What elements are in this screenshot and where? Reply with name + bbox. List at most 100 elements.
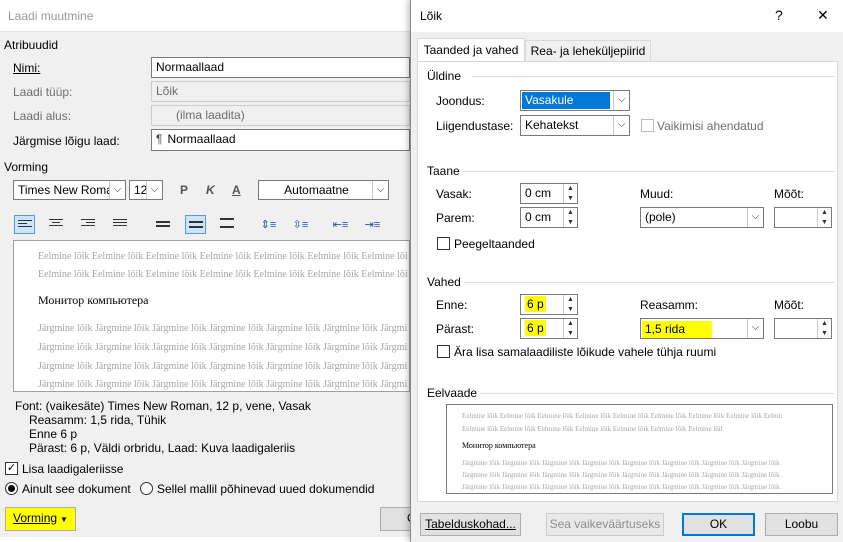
desc-line: Font: (vaikesäte) Times New Roman, 12 p,… <box>15 399 311 413</box>
desc-line: Pärast: 6 p, Väldi orbridu, Laad: Kuva l… <box>29 441 296 455</box>
style-type-select[interactable]: Lõik <box>151 81 410 102</box>
preview-next-paragraph: Järgmine lõik Järgmine lõik Järgmine lõi… <box>38 323 408 334</box>
help-button[interactable]: ? <box>775 7 783 23</box>
single-spacing-button[interactable] <box>153 215 174 234</box>
general-divider <box>472 76 834 77</box>
one-half-spacing-icon <box>189 221 203 231</box>
collapsed-by-default-label: Vaikimisi ahendatud <box>657 119 764 133</box>
increase-indent-button[interactable]: ⇥≡ <box>362 215 383 234</box>
paragraph-title: Lõik <box>420 9 443 23</box>
indentation-heading: Taane <box>427 164 460 178</box>
only-this-document-radio[interactable] <box>5 482 18 495</box>
modify-style-titlebar: Laadi muutmine <box>0 0 410 32</box>
bold-button[interactable]: P <box>180 183 188 197</box>
paragraph-preview-box: Eelmine lõik Eelmine lõik Eelmine lõik E… <box>446 404 833 494</box>
next-style-select[interactable]: ¶ Normaallaad <box>151 129 410 151</box>
paragraph-dialog: Lõik ? ✕ Taanded ja vahed Rea- ja lehekü… <box>410 0 843 542</box>
space-before-decrease-button[interactable]: ⇳≡ <box>290 215 311 234</box>
spinner-arrows-icon[interactable]: ▲ ▼ <box>817 319 831 338</box>
dlg-preview-next-2: Järgmine lõik Järgmine lõik Järgmine lõi… <box>462 471 782 479</box>
indent-right-spinner[interactable]: 0 cm ▲ ▼ <box>520 207 578 228</box>
space-after-spinner[interactable]: 6 p ▲ ▼ <box>520 318 578 339</box>
indent-by-spinner[interactable]: ▲ ▼ <box>774 207 832 228</box>
alignment-select[interactable]: Vasakule ⌵ <box>520 90 630 111</box>
tab-indents-spacing[interactable]: Taanded ja vahed <box>417 38 525 62</box>
underline-button[interactable]: A <box>232 183 241 197</box>
indentation-divider <box>462 171 834 172</box>
set-default-button[interactable]: Sea vaikeväärtuseks <box>546 513 664 536</box>
chevron-down-icon: ⌵ <box>146 181 162 199</box>
tabs-button[interactable]: Tabelduskohad... <box>420 513 521 536</box>
template-documents-label: Sellel mallil põhinevad uued dokumendid <box>157 482 375 496</box>
template-documents-radio[interactable] <box>140 482 153 495</box>
outline-level-label: Liigendustase: <box>436 119 514 133</box>
preview-next-paragraph-3: Järgmine lõik Järgmine lõik Järgmine lõi… <box>38 361 408 372</box>
add-to-gallery-checkbox[interactable]: ✓ <box>5 462 18 475</box>
format-menu-button[interactable]: Vorming ▼ <box>5 507 76 531</box>
font-name-select[interactable]: Times New Roman ⌵ <box>13 180 126 200</box>
italic-button[interactable]: K <box>206 183 215 197</box>
close-icon[interactable]: ✕ <box>817 7 829 24</box>
add-to-gallery-label: Lisa laadigaleriisse <box>22 462 124 476</box>
one-half-spacing-button[interactable] <box>185 215 206 234</box>
special-indent-select[interactable]: (pole) ⌵ <box>640 207 764 228</box>
decrease-indent-button[interactable]: ⇤≡ <box>330 215 351 234</box>
align-left-button[interactable] <box>14 215 35 234</box>
spinner-arrows-icon[interactable]: ▲ ▼ <box>563 208 577 227</box>
style-description: Font: (vaikesäte) Times New Roman, 12 p,… <box>15 399 311 455</box>
double-spacing-button[interactable] <box>217 215 238 234</box>
special-indent-label: Muud: <box>640 187 674 201</box>
line-spacing-select[interactable]: 1,5 rida ⌵ <box>640 318 764 339</box>
spacing-at-label: Mõõt: <box>774 298 805 312</box>
spinner-arrows-icon[interactable]: ▲ ▼ <box>817 208 831 227</box>
double-spacing-icon <box>220 218 234 228</box>
decrease-indent-icon: ⇤≡ <box>332 219 349 231</box>
spacing-divider <box>464 282 834 283</box>
space-before-label: Enne: <box>436 298 468 312</box>
line-spacing-up-icon: ⇕≡ <box>260 219 277 231</box>
pilcrow-icon: ¶ <box>156 132 163 146</box>
dlg-preview-next-3: Järgmine lõik Järgmine lõik Järgmine lõi… <box>462 483 782 491</box>
style-based-on-select[interactable]: (ilma laadita) <box>151 105 410 126</box>
next-style-label: Järgmise lõigu laad: <box>13 134 120 148</box>
dlg-preview-sample: Монитор компьютера <box>462 441 536 450</box>
outline-level-select[interactable]: Kehatekst ⌵ <box>520 115 630 136</box>
general-heading: Üldine <box>427 69 462 83</box>
spinner-arrows-icon[interactable]: ▲ ▼ <box>563 319 577 338</box>
spinner-arrows-icon[interactable]: ▲ ▼ <box>563 295 577 314</box>
attributes-heading: Atribuudid <box>4 38 59 52</box>
cancel-button[interactable]: Loobu <box>765 513 838 536</box>
spinner-arrows-icon[interactable]: ▲ ▼ <box>563 184 577 203</box>
name-input[interactable]: Normaallaad <box>151 57 410 78</box>
line-spacing-down-icon: ⇳≡ <box>292 219 309 231</box>
tab-line-page-breaks[interactable]: Rea- ja leheküljepiirid <box>525 40 651 62</box>
align-right-button[interactable] <box>78 215 99 234</box>
indent-left-spinner[interactable]: 0 cm ▲ ▼ <box>520 183 578 204</box>
align-right-icon <box>81 219 95 229</box>
only-this-document-label: Ainult see dokument <box>22 482 131 496</box>
align-center-icon <box>49 219 63 229</box>
mirror-indents-checkbox[interactable] <box>437 237 450 250</box>
font-color-select[interactable]: Automaatne ⌵ <box>258 180 389 200</box>
chevron-down-icon: ⌵ <box>747 208 763 227</box>
preview-previous-paragraph-2: Eelmine lõik Eelmine lõik Eelmine lõik E… <box>38 269 408 280</box>
chevron-down-icon: ⌵ <box>613 116 629 135</box>
indent-by-label: Mõõt: <box>774 187 805 201</box>
align-center-button[interactable] <box>46 215 67 234</box>
justify-button[interactable] <box>110 215 131 234</box>
increase-indent-icon: ⇥≡ <box>364 219 381 231</box>
name-label: Nimi: <box>13 61 41 75</box>
chevron-down-icon: ⌵ <box>372 181 388 199</box>
space-before-spinner[interactable]: 6 p ▲ ▼ <box>520 294 578 315</box>
style-type-label: Laadi tüüp: <box>13 85 73 99</box>
spacing-at-spinner[interactable]: ▲ ▼ <box>774 318 832 339</box>
font-size-select[interactable]: 12 ⌵ <box>129 180 163 200</box>
chevron-down-icon: ⌵ <box>109 181 125 199</box>
space-before-increase-button[interactable]: ⇕≡ <box>258 215 279 234</box>
no-space-same-style-checkbox[interactable] <box>437 345 450 358</box>
paragraph-titlebar: Lõik ? ✕ <box>411 0 843 32</box>
indent-left-label: Vasak: <box>436 187 472 201</box>
collapsed-by-default-checkbox[interactable] <box>641 119 654 132</box>
preview-heading: Eelvaade <box>427 386 478 400</box>
ok-button[interactable]: OK <box>682 513 755 536</box>
